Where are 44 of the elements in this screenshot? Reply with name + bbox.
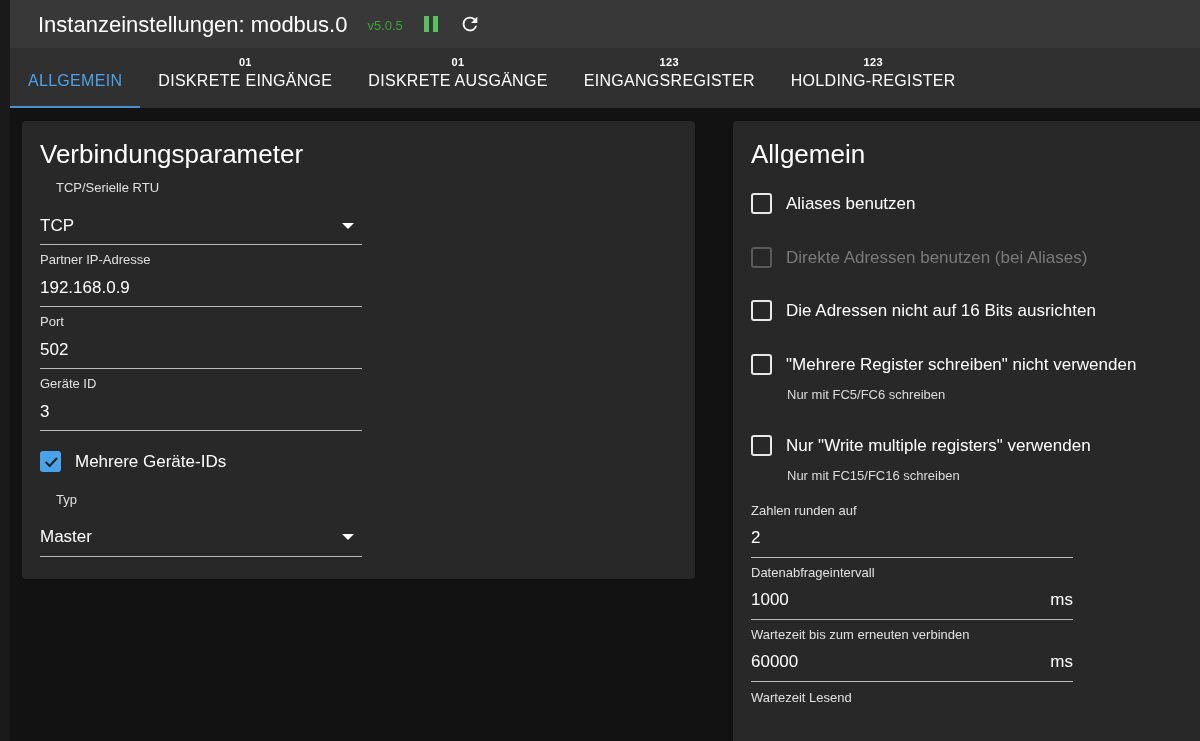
window-title: Instanzeinstellungen: modbus.0 (38, 10, 348, 39)
tab-icon-label: 123 (659, 55, 679, 69)
tab-icon-label: 01 (238, 55, 252, 69)
helper-text: Nur mit FC5/FC6 schreiben (786, 386, 947, 404)
tab[interactable]: 123 EINGANGSREGISTER (565, 48, 773, 108)
checkbox-label: Direkte Adressen benutzen (bei Aliases) (786, 246, 1088, 269)
field-label: Typ (55, 490, 78, 509)
checkbox-label: Die Adressen nicht auf 16 Bits ausrichten (786, 300, 1096, 322)
tab[interactable]: 123 HOLDING-REGISTER (772, 48, 974, 108)
input-field[interactable]: 1000 ms (751, 581, 1073, 620)
pause-icon[interactable] (422, 15, 439, 34)
input-field[interactable]: 3 (40, 393, 362, 431)
dropdown-caret-icon (342, 534, 354, 540)
input-field[interactable]: 192.168.0.9 (40, 269, 362, 307)
field-label: Wartezeit Lesend (751, 689, 853, 706)
panel-title: Allgemein (751, 139, 867, 169)
unit-label: ms (1050, 651, 1073, 674)
tab[interactable]: ALLGEMEIN (10, 48, 141, 108)
checkbox-label: Nur "Write multiple registers" verwenden (786, 434, 1091, 457)
checkbox[interactable] (40, 451, 61, 473)
tab-icon-label: 01 (451, 55, 465, 69)
tab[interactable]: 01 DISKRETE AUSGÄNGE (350, 48, 566, 108)
input-field[interactable]: 2 (751, 519, 1073, 558)
field-label: Wartezeit bis zum erneuten verbinden (751, 625, 971, 644)
helper-text: Nur mit FC15/FC16 schreiben (786, 467, 961, 485)
version-label: v5.0.5 (367, 17, 403, 36)
field-label: Zahlen runden auf (751, 501, 858, 520)
checkbox-label: "Mehrere Register schreiben" nicht verwenden (786, 353, 1137, 376)
dropdown-caret-icon (342, 222, 354, 229)
field-label: Partner IP-Adresse (40, 251, 152, 269)
checkbox-label: Aliases benutzen (786, 193, 916, 215)
field-label: Geräte ID (40, 375, 98, 393)
input-field[interactable]: 60000 ms (751, 643, 1073, 682)
input-field[interactable]: 502 (40, 331, 362, 369)
unit-label: ms (1050, 589, 1073, 612)
tab-icon-label: 123 (863, 55, 883, 69)
panel-title: Verbindungsparameter (40, 139, 305, 169)
field-label: Port (40, 313, 65, 331)
field-label: Datenabfrageintervall (751, 563, 876, 582)
field-label: TCP/Serielle RTU (55, 179, 161, 197)
dropdown[interactable]: TCP (40, 207, 362, 245)
dropdown[interactable]: Master (40, 518, 362, 557)
tab[interactable]: 01 DISKRETE EINGÄNGE (140, 48, 351, 108)
checkbox-label: Mehrere Geräte-IDs (75, 451, 227, 473)
